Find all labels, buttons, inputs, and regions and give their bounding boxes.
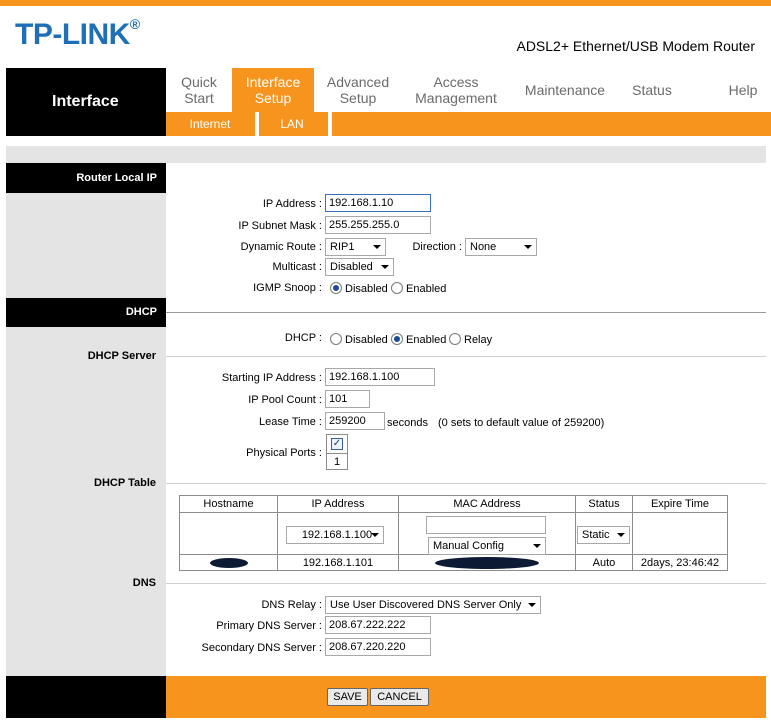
ip-select-cell: 192.168.1.100	[277, 512, 399, 555]
igmp-disabled-option[interactable]: Disabled	[330, 282, 388, 295]
tp-link-logo: TP-LINK®	[15, 16, 140, 51]
save-button[interactable]: SAVE	[327, 688, 368, 706]
subnet-mask-input[interactable]: 255.255.255.0	[325, 216, 431, 234]
device-subtitle: ADSL2+ Ethernet/USB Modem Router	[516, 38, 755, 54]
ip-address-select[interactable]: 192.168.1.100	[286, 526, 384, 544]
direction-select[interactable]: None	[465, 238, 537, 256]
footer-bar	[166, 676, 766, 718]
table-edit-row: 192.168.1.100 Manual Config Static	[179, 512, 728, 555]
dhcp-table: Hostname IP Address MAC Address Status E…	[179, 495, 728, 571]
heading-router-local-ip: Router Local IP	[6, 163, 166, 193]
status-cell: Auto	[575, 554, 633, 571]
left-column	[6, 163, 166, 676]
ip-pool-count-input[interactable]: 101	[325, 390, 370, 408]
column-header: MAC Address	[398, 495, 576, 513]
cancel-button[interactable]: CANCEL	[370, 688, 429, 706]
heading-dhcp-table: DHCP Table	[94, 477, 156, 489]
port-number-divider	[327, 453, 347, 454]
divider	[166, 483, 766, 484]
dns-relay-label: DNS Relay :	[261, 599, 322, 611]
heading-dns: DNS	[132, 577, 156, 589]
secondary-dns-input[interactable]: 208.67.220.220	[325, 638, 431, 656]
mac-cell	[398, 554, 576, 571]
subnav-separator	[328, 112, 332, 136]
nav-advanced-setup[interactable]: Advanced Setup	[316, 68, 400, 112]
lease-time-label: Lease Time :	[259, 416, 322, 428]
status-cell: Static	[575, 512, 633, 555]
redacted-hostname	[209, 557, 248, 568]
heading-dhcp: DHCP	[6, 298, 166, 327]
dynamic-route-select[interactable]: RIP1	[325, 238, 386, 256]
port-checkbox[interactable]: ✓	[331, 438, 343, 450]
footer-left-block	[6, 676, 166, 718]
lease-time-unit: seconds	[387, 417, 428, 429]
status-select[interactable]: Static	[577, 526, 630, 544]
multicast-select[interactable]: Disabled	[325, 258, 394, 276]
port-number: 1	[333, 456, 341, 468]
subnav-lan[interactable]: LAN	[270, 112, 314, 136]
direction-label: Direction :	[412, 241, 462, 253]
column-header: Status	[575, 495, 633, 513]
radio-icon[interactable]	[330, 282, 342, 294]
gray-band	[6, 146, 766, 163]
radio-icon[interactable]	[330, 333, 342, 345]
dhcp-enabled-option[interactable]: Enabled	[391, 333, 446, 346]
mac-cell: Manual Config	[398, 512, 576, 555]
column-header: IP Address	[277, 495, 399, 513]
ip-address-label: IP Address :	[262, 198, 322, 210]
primary-dns-label: Primary DNS Server :	[216, 620, 322, 632]
starting-ip-label: Starting IP Address :	[221, 372, 322, 384]
secondary-dns-label: Secondary DNS Server :	[201, 642, 322, 654]
mac-address-input[interactable]	[426, 516, 546, 534]
nav-maintenance[interactable]: Maintenance	[518, 68, 612, 112]
top-accent-line	[0, 0, 771, 6]
subnet-mask-label: IP Subnet Mask :	[238, 220, 322, 232]
mac-config-select[interactable]: Manual Config	[428, 537, 546, 555]
dynamic-route-label: Dynamic Route :	[240, 241, 322, 253]
redacted-mac	[435, 556, 539, 569]
starting-ip-input[interactable]: 192.168.1.100	[325, 368, 435, 386]
heading-dhcp-server: DHCP Server	[87, 350, 156, 362]
divider	[166, 312, 766, 313]
column-header: Expire Time	[632, 495, 728, 513]
lease-time-input[interactable]: 259200	[325, 412, 385, 430]
primary-dns-input[interactable]: 208.67.222.222	[325, 616, 431, 634]
ip-cell: 192.168.1.101	[277, 554, 399, 571]
column-header: Hostname	[179, 495, 278, 513]
sub-nav: Internet LAN	[166, 112, 771, 136]
ip-address-input[interactable]: 192.168.1.10	[325, 194, 431, 212]
lease-time-note: (0 sets to default value of 259200)	[438, 417, 605, 429]
expire-cell	[632, 512, 728, 555]
nav-help[interactable]: Help	[718, 68, 768, 112]
subnav-separator	[255, 112, 259, 136]
dhcp-disabled-option[interactable]: Disabled	[330, 333, 388, 346]
divider	[166, 583, 766, 584]
hostname-cell	[179, 512, 278, 555]
nav-quick-start[interactable]: Quick Start	[166, 68, 232, 112]
igmp-enabled-option[interactable]: Enabled	[391, 282, 446, 295]
ip-pool-count-label: IP Pool Count :	[248, 394, 322, 406]
hostname-cell	[179, 554, 278, 571]
table-row: 192.168.1.101 Auto 2days, 23:46:42	[179, 554, 728, 571]
igmp-snoop-label: IGMP Snoop :	[253, 282, 322, 294]
subnav-internet[interactable]: Internet	[180, 112, 240, 136]
expire-cell: 2days, 23:46:42	[632, 554, 728, 571]
dhcp-relay-option[interactable]: Relay	[449, 333, 492, 346]
radio-icon[interactable]	[449, 333, 461, 345]
dhcp-label: DHCP :	[284, 332, 322, 344]
nav-access-management[interactable]: Access Management	[406, 68, 506, 112]
radio-icon[interactable]	[391, 282, 403, 294]
divider	[166, 356, 766, 357]
nav-interface-setup[interactable]: Interface Setup	[232, 68, 314, 112]
main-nav: Quick Start Interface Setup Advanced Setup …	[166, 68, 771, 112]
section-title: Interface	[52, 93, 119, 110]
multicast-label: Multicast :	[272, 261, 322, 273]
nav-status[interactable]: Status	[622, 68, 682, 112]
physical-ports-label: Physical Ports :	[246, 447, 322, 459]
physical-ports-box: ✓ 1	[326, 434, 348, 470]
dns-relay-select[interactable]: Use User Discovered DNS Server Only	[325, 596, 541, 614]
radio-icon[interactable]	[391, 333, 403, 345]
